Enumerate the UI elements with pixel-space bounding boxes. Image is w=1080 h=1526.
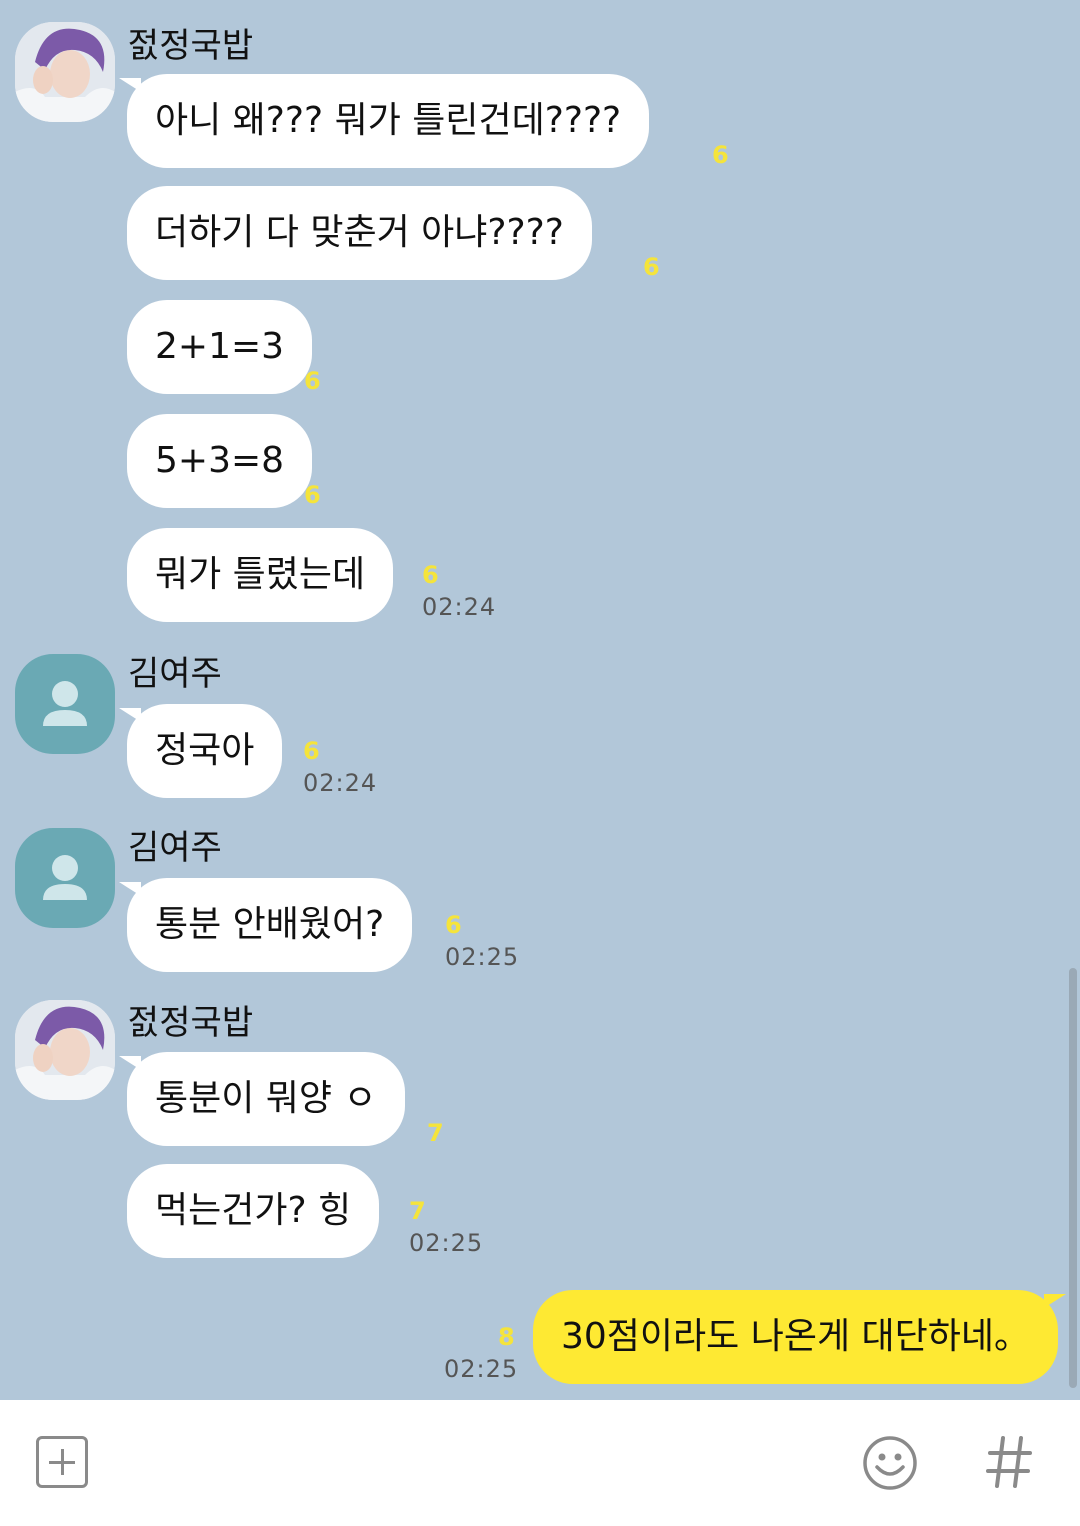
unread-count: 6 bbox=[712, 141, 729, 169]
message-time: 02:25 bbox=[444, 1355, 519, 1383]
unread-count: 6 bbox=[445, 911, 462, 939]
hash-button[interactable] bbox=[985, 1432, 1033, 1492]
avatar-photo[interactable] bbox=[15, 1000, 115, 1100]
sender-name: 젌정국밥 bbox=[128, 1003, 254, 1043]
sender-name: 김여주 bbox=[128, 828, 222, 868]
message-bubble[interactable]: 먹는건가? 힝 bbox=[127, 1164, 380, 1258]
my-message-bubble[interactable]: 30점이라도 나온게 대단하네。 bbox=[532, 1290, 1067, 1384]
default-person-icon bbox=[43, 681, 87, 726]
message-time: 02:24 bbox=[303, 769, 378, 797]
scrollbar[interactable] bbox=[1069, 968, 1077, 1388]
message-bubble[interactable]: 통분 안배웠어? bbox=[118, 878, 413, 972]
avatar-default[interactable] bbox=[15, 654, 115, 754]
message-time: 02:25 bbox=[409, 1229, 484, 1257]
unread-count: 8 bbox=[498, 1323, 515, 1351]
emoji-button[interactable] bbox=[862, 1435, 918, 1491]
unread-count: 7 bbox=[409, 1197, 426, 1225]
message-time: 02:24 bbox=[422, 593, 497, 621]
message-bubble[interactable]: 더하기 다 맞춘거 아냐???? bbox=[127, 186, 592, 280]
avatar-photo[interactable] bbox=[15, 22, 115, 122]
hash-icon bbox=[986, 1436, 1032, 1488]
default-person-icon bbox=[43, 855, 87, 900]
unread-count: 6 bbox=[422, 561, 439, 589]
message-bubble[interactable]: 5+3=8 bbox=[127, 414, 313, 508]
unread-count: 6 bbox=[304, 481, 321, 509]
avatar-default[interactable] bbox=[15, 828, 115, 928]
profile-photo-icon bbox=[15, 22, 115, 122]
unread-count: 6 bbox=[643, 253, 660, 281]
attach-button[interactable] bbox=[36, 1436, 88, 1488]
sender-name: 젌정국밥 bbox=[128, 26, 254, 66]
smiley-icon bbox=[863, 1436, 917, 1490]
message-bubble[interactable]: 2+1=3 bbox=[127, 300, 313, 394]
profile-photo-icon bbox=[15, 1000, 115, 1100]
unread-count: 6 bbox=[304, 367, 321, 395]
message-bubble[interactable]: 뭐가 틀렸는데 bbox=[127, 528, 394, 622]
sender-name: 김여주 bbox=[128, 654, 222, 694]
message-time: 02:25 bbox=[445, 943, 520, 971]
chat-area[interactable]: 젌정국밥 아니 왜??? 뭐가 틀린건데???? 6 더하기 다 맞춘거 아냐?… bbox=[0, 0, 1080, 1400]
message-bubble[interactable]: 아니 왜??? 뭐가 틀린건데???? bbox=[118, 74, 650, 168]
input-bar bbox=[0, 1400, 1080, 1526]
message-bubble[interactable]: 정국아 bbox=[118, 704, 283, 798]
message-bubble[interactable]: 통분이 뭐양 ㅇ bbox=[119, 1052, 405, 1146]
unread-count: 7 bbox=[427, 1119, 444, 1147]
unread-count: 6 bbox=[303, 737, 320, 765]
